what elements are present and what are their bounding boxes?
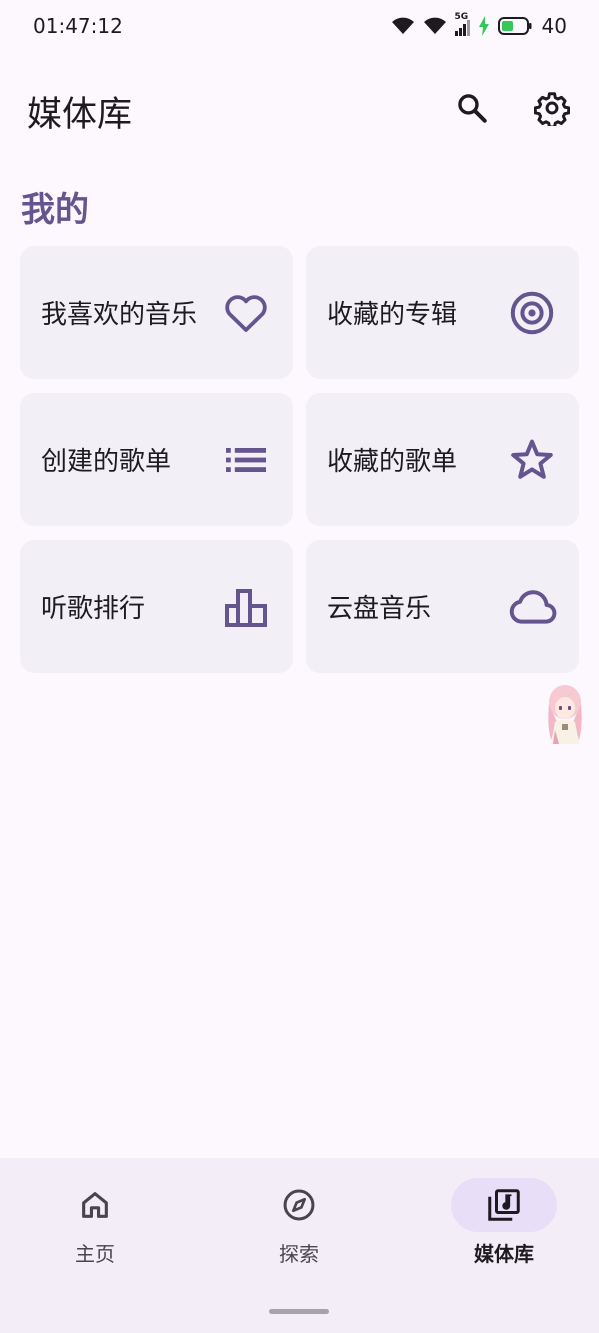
card-cloud-music[interactable]: 云盘音乐	[306, 540, 579, 673]
card-created-playlists[interactable]: 创建的歌单	[20, 393, 293, 526]
nav-label: 主页	[75, 1242, 115, 1266]
card-label: 听歌排行	[41, 594, 146, 624]
card-label: 创建的歌单	[41, 447, 172, 477]
nav-indicator	[42, 1178, 148, 1232]
nav-indicator	[451, 1178, 557, 1232]
status-bar: 01:47:12 5G 40	[0, 0, 599, 54]
nav-label: 媒体库	[474, 1242, 534, 1266]
card-saved-playlists[interactable]: 收藏的歌单	[306, 393, 579, 526]
status-time: 01:47:12	[33, 14, 123, 38]
nav-indicator	[246, 1178, 352, 1232]
card-label: 云盘音乐	[327, 594, 432, 624]
section-title: 我的	[21, 190, 89, 230]
wifi-icon	[391, 17, 414, 34]
settings-button[interactable]	[528, 84, 576, 132]
bar-chart-icon	[221, 582, 271, 632]
gesture-home-indicator[interactable]	[269, 1309, 329, 1314]
list-icon	[221, 435, 271, 485]
bottom-navigation: 主页 探索 媒体库	[0, 1158, 599, 1333]
heart-icon	[221, 288, 271, 338]
compass-icon	[283, 1189, 315, 1221]
cellular-signal-icon: 5G	[454, 12, 470, 36]
star-icon	[507, 435, 557, 485]
floating-avatar[interactable]	[541, 682, 589, 746]
search-icon	[458, 94, 487, 123]
card-label: 收藏的歌单	[327, 447, 458, 477]
nav-library[interactable]: 媒体库	[450, 1178, 558, 1268]
gear-icon	[534, 92, 570, 126]
home-icon	[82, 1192, 108, 1218]
search-button[interactable]	[448, 84, 496, 132]
network-type-label: 5G	[454, 12, 469, 22]
card-liked-music[interactable]: 我喜欢的音乐	[20, 246, 293, 379]
wifi-icon	[423, 17, 446, 34]
page-title: 媒体库	[27, 95, 133, 135]
card-listening-rank[interactable]: 听歌排行	[20, 540, 293, 673]
card-label: 收藏的专辑	[327, 300, 458, 330]
battery-level: 40	[541, 14, 567, 38]
status-icons: 5G 40	[391, 12, 567, 38]
nav-explore[interactable]: 探索	[245, 1178, 353, 1268]
cloud-icon	[507, 582, 557, 632]
app-bar: 媒体库	[0, 78, 599, 138]
nav-home[interactable]: 主页	[41, 1178, 149, 1268]
card-saved-albums[interactable]: 收藏的专辑	[306, 246, 579, 379]
battery-icon	[497, 17, 532, 35]
library-music-icon	[488, 1189, 520, 1221]
charging-bolt-icon	[478, 16, 489, 36]
nav-label: 探索	[279, 1242, 319, 1266]
album-disc-icon	[507, 288, 557, 338]
card-label: 我喜欢的音乐	[41, 300, 198, 330]
